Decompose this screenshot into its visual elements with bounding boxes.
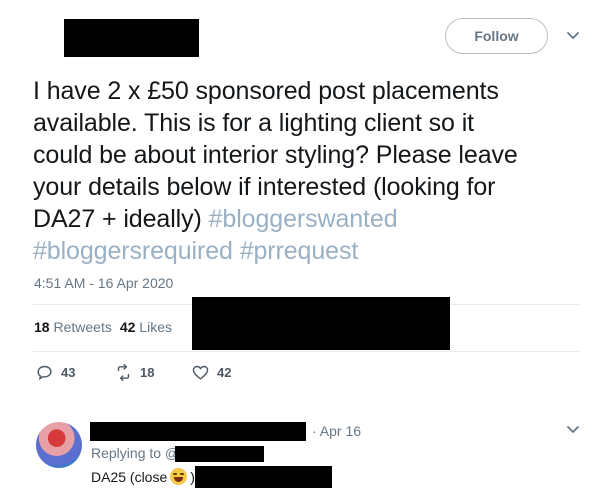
divider — [33, 351, 581, 352]
reply-time[interactable]: · Apr 16 — [312, 423, 361, 439]
reply-text: DA25 (close ) — [91, 468, 195, 485]
redacted-replying-handle — [175, 446, 264, 462]
chevron-down-icon[interactable] — [566, 30, 580, 42]
hashtag-link[interactable]: #bloggerswanted — [209, 205, 398, 233]
heart-icon — [192, 365, 209, 380]
reply-action[interactable]: 43 — [36, 364, 75, 381]
tweet-line: your details below if interested (lookin… — [33, 173, 496, 201]
redacted-liker-avatars — [192, 297, 450, 350]
hashtag-link[interactable]: #bloggersrequired — [33, 237, 233, 265]
redacted-reply-author — [90, 422, 306, 441]
like-count: 42 — [217, 365, 232, 380]
chevron-down-icon[interactable] — [566, 424, 580, 436]
likes-stat[interactable]: 42 Likes — [120, 319, 172, 335]
tweet-stats: 18 Retweets 42 Likes — [34, 319, 172, 335]
tweet-timestamp[interactable]: 4:51 AM - 16 Apr 2020 — [34, 275, 173, 291]
hashtag-link[interactable]: #prrequest — [240, 237, 359, 265]
retweet-action[interactable]: 18 — [115, 364, 154, 381]
retweet-icon — [117, 364, 130, 381]
retweet-count: 18 — [140, 365, 155, 380]
follow-button[interactable]: Follow — [445, 18, 548, 54]
reply-count: 43 — [61, 365, 76, 380]
retweets-stat[interactable]: 18 Retweets — [34, 319, 112, 335]
tweet-line: #bloggersrequired #prrequest — [33, 235, 581, 267]
laughing-emoji-icon — [170, 468, 188, 485]
redacted-author-name — [64, 19, 199, 57]
tweet-text: I have 2 x £50 sponsored post placements… — [33, 75, 581, 267]
reply-icon — [37, 365, 52, 380]
redacted-reply-content — [195, 466, 332, 488]
like-action[interactable]: 42 — [192, 364, 231, 381]
tweet-line: available. This is for a lighting client… — [33, 109, 474, 137]
replying-to-label: Replying to @ — [91, 445, 180, 461]
tweet-line: I have 2 x £50 sponsored post placements — [33, 77, 499, 105]
tweet-line: could be about interior styling? Please … — [33, 141, 518, 169]
tweet-line: DA27 + ideally) #bloggerswanted — [33, 205, 398, 233]
avatar[interactable] — [36, 422, 82, 468]
